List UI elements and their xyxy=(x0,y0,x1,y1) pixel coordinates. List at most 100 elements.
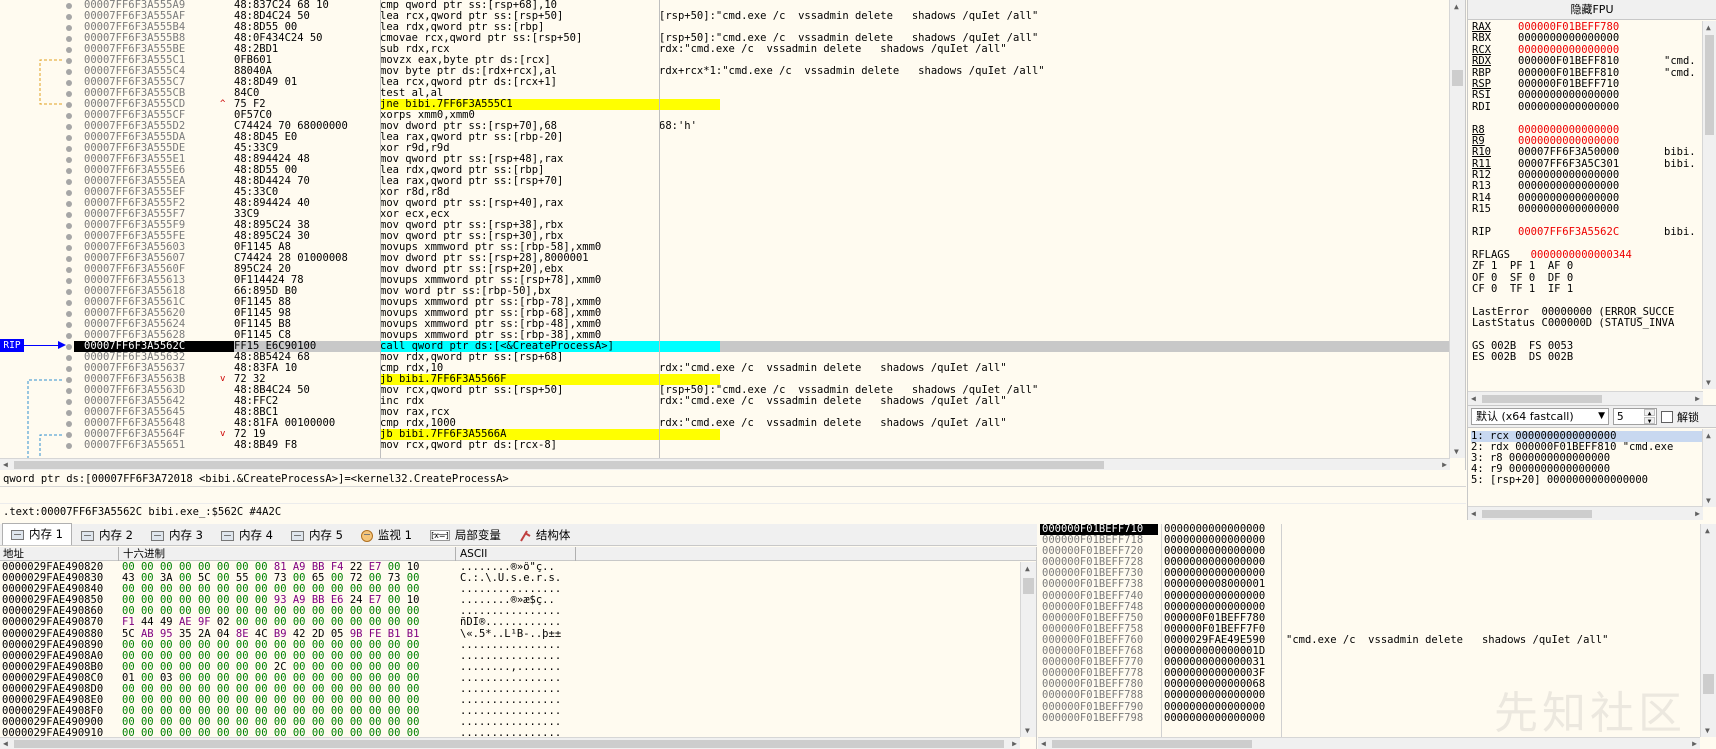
register-row[interactable]: R10 00007FF6F3A50000 bibi. xyxy=(1468,146,1700,158)
scroll-thumb[interactable] xyxy=(1452,70,1463,86)
register-row[interactable]: RDI 0000000000000000 xyxy=(1468,101,1700,113)
breakpoint-dot-icon[interactable] xyxy=(66,211,72,218)
disasm-row[interactable]: 00007FF6F3A555BE 48:2BD1 sub rdx,rcx rdx:"c… xyxy=(74,44,1450,55)
stack-row[interactable]: 000000F01BEFF738 0000000008000001 xyxy=(1038,579,1700,590)
breakpoint-dot-icon[interactable] xyxy=(66,387,72,394)
disassembly-pane[interactable]: RIP 00007FF6F3A555A9 48:837C24 68 10 cmp q… xyxy=(0,0,1466,470)
registers-pane[interactable]: 隐藏FPU RAX 000000F01BEFF780 RBX 000000000000… xyxy=(1467,0,1716,405)
disasm-row[interactable]: 00007FF6F3A55651 48:8B49 F8 mov rcx,qword … xyxy=(74,440,1450,451)
breakpoint-dot-icon[interactable] xyxy=(66,365,72,372)
register-row[interactable]: ZF 1 PF 1 AF 0 xyxy=(1468,260,1700,272)
column-divider[interactable] xyxy=(455,547,456,561)
breakpoint-dot-icon[interactable] xyxy=(66,420,72,427)
scroll-thumb[interactable] xyxy=(1703,674,1714,694)
breakpoint-dot-icon[interactable] xyxy=(66,24,72,31)
scroll-up-icon[interactable]: ▲ xyxy=(1706,23,1711,32)
breakpoint-dot-icon[interactable] xyxy=(66,145,72,152)
disasm-row[interactable]: 00007FF6F3A555CB 84C0 test al,al xyxy=(74,88,1450,99)
tab-struct[interactable]: 结构体 xyxy=(510,525,580,545)
column-divider[interactable] xyxy=(575,547,576,561)
breakpoint-dot-icon[interactable] xyxy=(66,200,72,207)
scroll-up-icon[interactable]: ▲ xyxy=(1025,564,1030,573)
disassembly-rows[interactable]: 00007FF6F3A555A9 48:837C24 68 10 cmp qword… xyxy=(74,0,1450,458)
column-divider[interactable] xyxy=(1281,524,1282,737)
tab-memory-3[interactable]: 内存 3 xyxy=(142,525,212,545)
column-divider[interactable] xyxy=(118,547,119,561)
breakpoint-dot-icon[interactable] xyxy=(66,35,72,42)
tab-vars[interactable]: [x=] 局部变量 xyxy=(421,525,510,545)
breakpoint-dot-icon[interactable] xyxy=(66,343,72,350)
scroll-up-icon[interactable]: ▲ xyxy=(1706,431,1711,440)
breakpoint-dot-icon[interactable] xyxy=(66,156,72,163)
scroll-left-icon[interactable]: ◀ xyxy=(3,739,8,748)
scroll-left-icon[interactable]: ◀ xyxy=(1471,509,1476,518)
register-list[interactable]: RAX 000000F01BEFF780 RBX 0000000000000000 RC… xyxy=(1468,22,1700,385)
hide-fpu-button[interactable]: 隐藏FPU xyxy=(1468,0,1716,20)
breakpoint-dot-icon[interactable] xyxy=(66,167,72,174)
breakpoint-dot-icon[interactable] xyxy=(66,68,72,75)
args-vscrollbar[interactable]: ▲ ▼ xyxy=(1702,429,1716,507)
dump-hscrollbar[interactable]: ◀ ▶ xyxy=(0,737,1020,749)
breakpoint-dot-icon[interactable] xyxy=(66,244,72,251)
disasm-row[interactable]: 00007FF6F3A55642 48:FFC2 inc rdx rdx:"cmd.e… xyxy=(74,396,1450,407)
registers-vscrollbar[interactable]: ▲ ▼ xyxy=(1702,21,1716,389)
dump-vscrollbar[interactable]: ▲ ▼ xyxy=(1020,562,1036,737)
scroll-down-icon[interactable]: ▼ xyxy=(1454,447,1459,456)
scroll-down-icon[interactable]: ▼ xyxy=(1705,726,1710,735)
scroll-down-icon[interactable]: ▼ xyxy=(1025,726,1030,735)
breakpoint-dot-icon[interactable] xyxy=(66,123,72,130)
chevron-up-icon[interactable]: ▲ xyxy=(1644,409,1655,417)
dump-row[interactable]: 0000029FAE490910 00 00 00 00 00 00 00 00 … xyxy=(0,728,1020,737)
scroll-thumb[interactable] xyxy=(1705,35,1714,135)
breakpoint-dot-icon[interactable] xyxy=(66,332,72,339)
breakpoint-dot-icon[interactable] xyxy=(66,321,72,328)
breakpoint-dot-icon[interactable] xyxy=(66,354,72,361)
breakpoint-dot-icon[interactable] xyxy=(66,376,72,383)
stack-pane[interactable]: 000000F01BEFF710 0000000000000000 000000F0… xyxy=(1038,524,1716,749)
scroll-right-icon[interactable]: ▶ xyxy=(1695,394,1700,403)
tab-memory-1[interactable]: 内存 1 xyxy=(2,523,72,545)
register-row[interactable] xyxy=(1468,113,1700,124)
chevron-down-icon[interactable]: ▼ xyxy=(1644,417,1655,425)
scroll-thumb[interactable] xyxy=(14,740,1004,748)
disasm-row[interactable]: 00007FF6F3A555EA 48:8D4424 70 lea rax,qwor… xyxy=(74,176,1450,187)
scroll-thumb[interactable] xyxy=(1482,510,1592,518)
breakpoint-dot-icon[interactable] xyxy=(66,46,72,53)
disasm-row[interactable]: 00007FF6F3A555CD ^ 75 F2 jne bibi.7FF6F3A55… xyxy=(74,99,1450,110)
tab-memory-2[interactable]: 内存 2 xyxy=(72,525,142,545)
dump-col-address[interactable]: 地址 xyxy=(3,547,24,561)
breakpoint-dot-icon[interactable] xyxy=(66,222,72,229)
stack-row[interactable]: 000000F01BEFF740 0000000000000000 xyxy=(1038,590,1700,602)
breakpoint-dot-icon[interactable] xyxy=(66,178,72,185)
register-row[interactable]: LastStatus C000000D (STATUS_INVA xyxy=(1468,317,1700,329)
breakpoint-dot-icon[interactable] xyxy=(66,255,72,262)
scroll-right-icon[interactable]: ▶ xyxy=(1695,509,1700,518)
arg-count-stepper[interactable]: 5 ▲ ▼ xyxy=(1613,408,1657,425)
breakpoint-dot-icon[interactable] xyxy=(66,299,72,306)
unlock-checkbox[interactable] xyxy=(1661,410,1673,423)
scroll-thumb[interactable] xyxy=(1482,395,1602,403)
scroll-up-icon[interactable]: ▲ xyxy=(1705,526,1710,535)
disasm-row[interactable]: 00007FF6F3A555C7 48:8D49 01 lea rcx,qword … xyxy=(74,77,1450,88)
breakpoint-dot-icon[interactable] xyxy=(66,112,72,119)
breakpoint-dot-icon[interactable] xyxy=(66,442,72,449)
dump-col-ascii[interactable]: ASCII xyxy=(460,547,487,561)
scroll-up-icon[interactable]: ▲ xyxy=(1454,2,1459,11)
call-convention-pane[interactable]: 默认 (x64 fastcall) ▼ 5 ▲ ▼ 解锁 1: rcx 0000… xyxy=(1467,405,1716,520)
scroll-left-icon[interactable]: ◀ xyxy=(1041,739,1046,748)
dump-rows[interactable]: 0000029FAE490820 00 00 00 00 00 00 00 00 … xyxy=(0,562,1020,737)
argument-row[interactable]: 5: [rsp+20] 0000000000000000 xyxy=(1471,475,1713,486)
breakpoint-dot-icon[interactable] xyxy=(66,90,72,97)
register-row[interactable]: ES 002B DS 002B xyxy=(1468,351,1700,363)
scroll-thumb[interactable] xyxy=(1052,740,1252,748)
register-row[interactable]: R15 0000000000000000 xyxy=(1468,203,1700,215)
calling-convention-select[interactable]: 默认 (x64 fastcall) ▼ xyxy=(1471,408,1609,425)
breakpoint-dot-icon[interactable] xyxy=(66,233,72,240)
register-row[interactable]: RIP 00007FF6F3A5562C bibi. xyxy=(1468,226,1700,238)
scroll-left-icon[interactable]: ◀ xyxy=(3,460,8,469)
column-divider[interactable] xyxy=(380,0,381,458)
breakpoint-dot-icon[interactable] xyxy=(66,310,72,317)
scroll-down-icon[interactable]: ▼ xyxy=(1706,378,1711,387)
argument-list[interactable]: 1: rcx 0000000000000000 2: rdx 000000F01B… xyxy=(1468,428,1716,489)
memory-dump-pane[interactable]: 地址 十六进制 ASCII 0000029FAE490820 00 00 00 0… xyxy=(0,547,1037,749)
